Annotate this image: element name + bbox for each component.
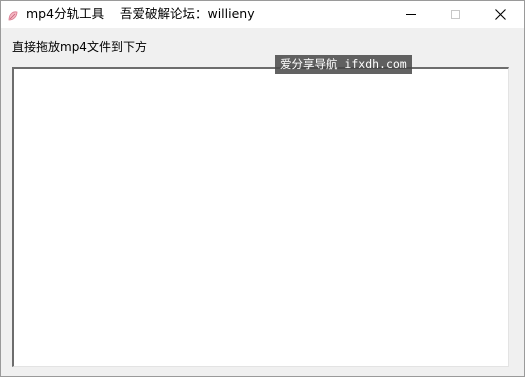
app-title: mp4分轨工具 (26, 6, 105, 21)
window-subtitle: 吾爱破解论坛：willieny (119, 6, 255, 21)
window-title: mp4分轨工具 吾爱破解论坛：willieny (26, 5, 255, 23)
file-drop-area[interactable] (12, 67, 509, 367)
app-leaf-icon (7, 7, 19, 21)
maximize-button[interactable] (433, 1, 478, 28)
watermark-label: 爱分享导航 ifxdh.com (275, 55, 412, 74)
title-bar[interactable]: mp4分轨工具 吾爱破解论坛：willieny (1, 1, 524, 28)
maximize-icon (451, 10, 460, 19)
minimize-button[interactable] (388, 1, 433, 28)
close-icon (495, 9, 506, 20)
app-window: mp4分轨工具 吾爱破解论坛：willieny 直接拖放mp4文件到下方 爱分享… (0, 0, 525, 377)
drop-instruction-label: 直接拖放mp4文件到下方 (12, 40, 147, 54)
minimize-icon (405, 14, 416, 15)
close-button[interactable] (478, 1, 523, 28)
